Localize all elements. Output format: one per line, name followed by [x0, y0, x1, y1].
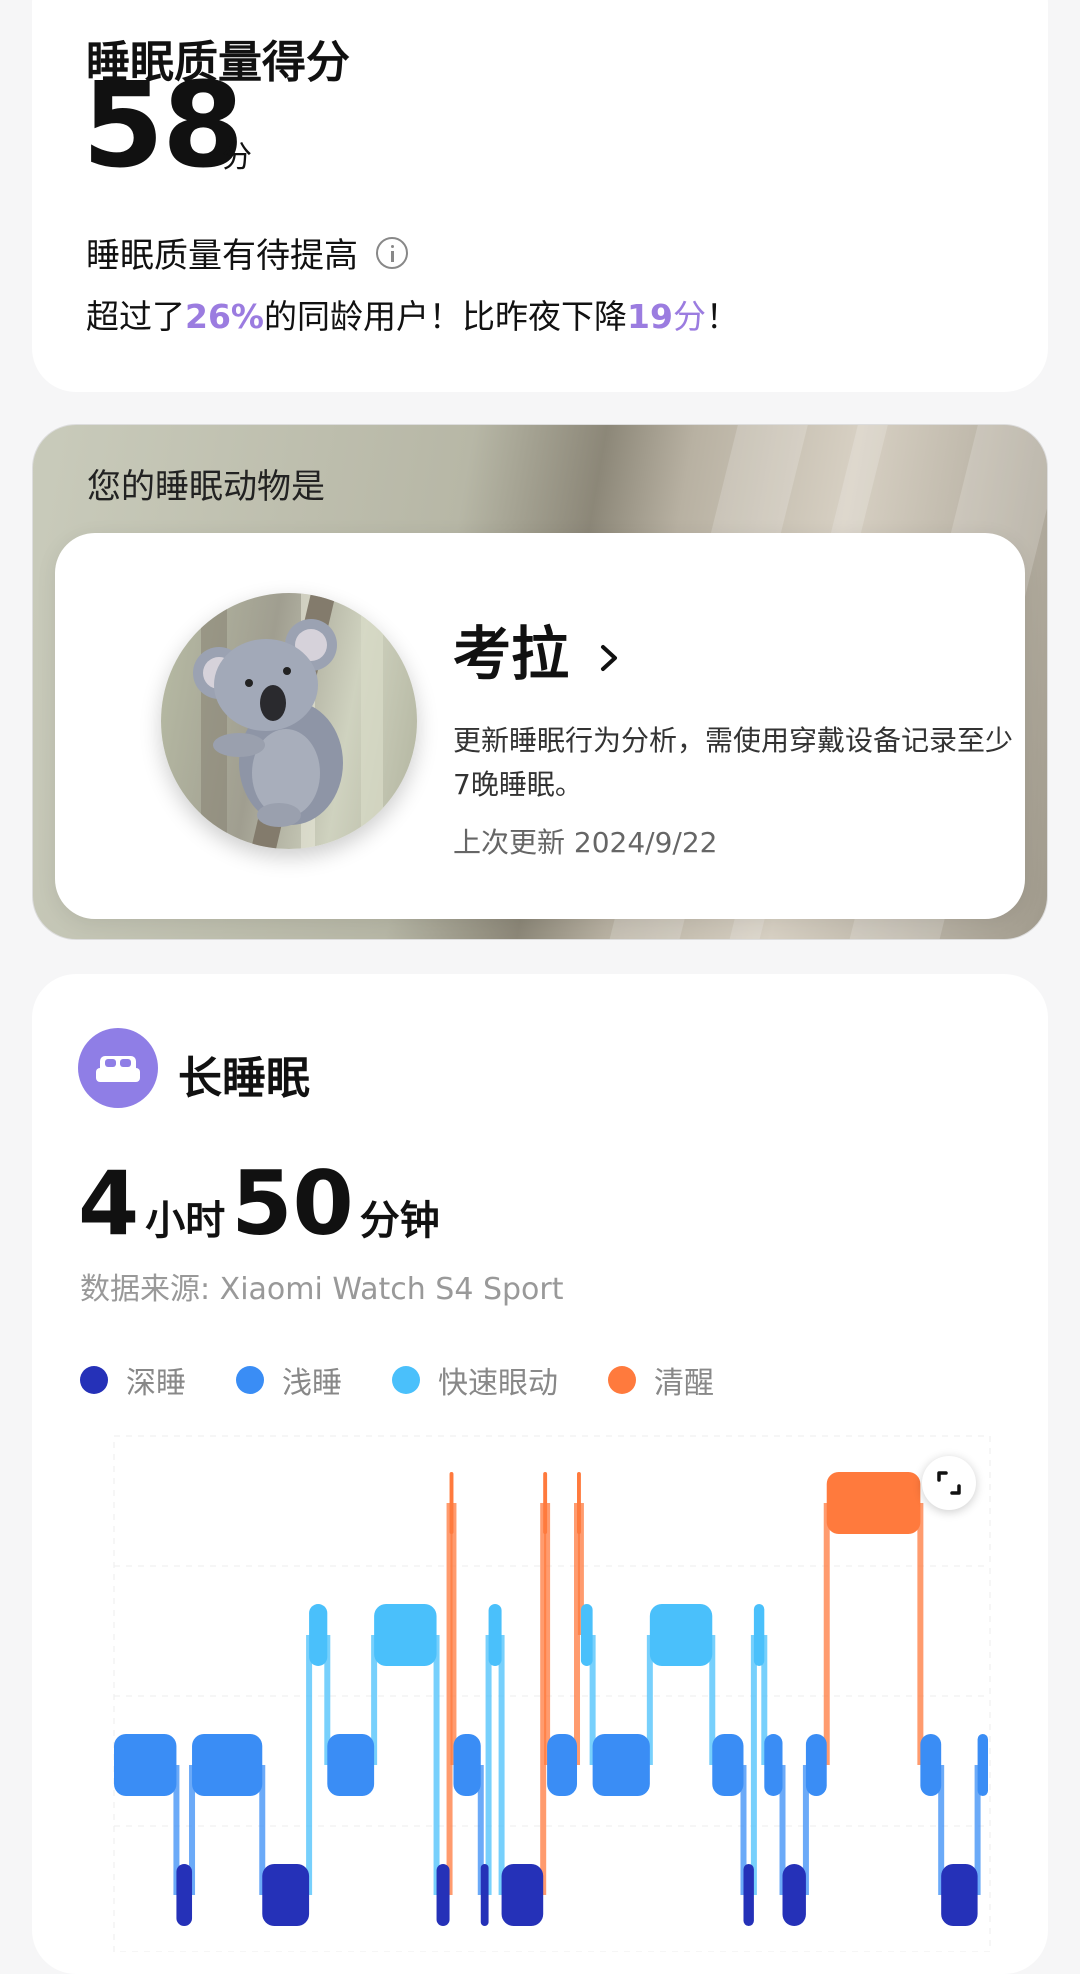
stage-segment-浅睡	[453, 1734, 481, 1796]
expand-chart-button[interactable]	[922, 1456, 976, 1510]
stage-segment-深睡	[176, 1864, 193, 1926]
info-icon[interactable]	[376, 236, 408, 269]
stage-segment-清醒	[543, 1472, 548, 1534]
sleep-score-card: 睡眠质量得分 58 分 睡眠质量有待提高 超过了26%的同龄用户！比昨夜下降19…	[32, 0, 1048, 392]
stage-transition	[306, 1635, 313, 1895]
stage-segment-浅睡	[327, 1734, 375, 1796]
stage-segment-浅睡	[712, 1734, 744, 1796]
stage-segment-浅睡	[805, 1734, 827, 1796]
stage-segment-深睡	[941, 1864, 978, 1926]
stage-segment-深睡	[501, 1864, 544, 1926]
stage-segment-浅睡	[977, 1734, 988, 1796]
legend-dot-awake	[608, 1366, 636, 1394]
stage-transition	[450, 1503, 457, 1765]
score-unit: 分	[222, 140, 252, 175]
stage-segment-快速眼动	[488, 1604, 502, 1666]
legend-awake: 清醒	[608, 1358, 714, 1402]
stage-segment-深睡	[480, 1864, 489, 1926]
compare-end: ！	[705, 297, 739, 336]
legend-dot-deep	[80, 1366, 108, 1394]
quality-text: 睡眠质量有待提高	[86, 236, 358, 276]
last-updated: 上次更新 2024/9/22	[453, 826, 718, 859]
duration-minutes-unit: 分钟	[359, 1198, 440, 1244]
quality-text-row: 睡眠质量有待提高	[86, 228, 408, 277]
legend-dot-light	[236, 1366, 264, 1394]
sleep-stage-chart[interactable]	[82, 1432, 998, 1952]
stage-segment-清醒	[449, 1472, 454, 1534]
stage-transition	[823, 1503, 830, 1765]
legend-label: 快速眼动	[438, 1366, 558, 1401]
stage-segment-深睡	[743, 1864, 754, 1926]
stage-transition	[544, 1503, 551, 1765]
stage-transition	[485, 1635, 492, 1895]
legend-light: 浅睡	[236, 1358, 342, 1402]
drop-unit: 分	[672, 297, 706, 336]
stage-segment-浅睡	[764, 1734, 783, 1796]
stage-segment-浅睡	[192, 1734, 263, 1796]
stage-transition	[433, 1635, 440, 1895]
legend-dot-rem	[392, 1366, 420, 1394]
koala-avatar	[161, 593, 417, 849]
legend-label: 深睡	[126, 1366, 186, 1401]
stage-transition	[750, 1635, 757, 1895]
compare-mid: 的同龄用户！比昨夜下降	[264, 297, 627, 336]
duration-hours-unit: 小时	[145, 1198, 226, 1244]
stage-segment-快速眼动	[309, 1604, 328, 1666]
stage-segment-浅睡	[547, 1734, 578, 1796]
animal-name: 考拉	[453, 620, 570, 688]
stage-segment-快速眼动	[649, 1604, 713, 1666]
bed-glyph	[96, 1056, 140, 1082]
chart-legend: 深睡 浅睡 快速眼动 清醒	[80, 1358, 764, 1402]
chevron-right-icon	[601, 644, 618, 671]
stage-transition	[917, 1503, 924, 1765]
stage-segment-深睡	[436, 1864, 450, 1926]
percent-value: 26%	[185, 297, 264, 336]
stage-segment-深睡	[782, 1864, 806, 1926]
animal-label: 您的睡眠动物是	[87, 467, 325, 507]
duration-hours: 4	[78, 1152, 140, 1255]
stage-segment-清醒	[577, 1472, 581, 1534]
stage-segment-快速眼动	[374, 1604, 437, 1666]
legend-label: 浅睡	[282, 1366, 342, 1401]
stage-segment-深睡	[262, 1864, 310, 1926]
compare-prefix: 超过了	[86, 297, 185, 336]
stage-segment-清醒	[826, 1472, 921, 1534]
score-value: 58	[82, 56, 244, 194]
stage-segment-浅睡	[920, 1734, 942, 1796]
sleep-duration: 4 小时 50 分钟	[78, 1152, 446, 1255]
bed-icon	[78, 1028, 158, 1108]
legend-rem: 快速眼动	[392, 1358, 558, 1402]
expand-icon	[937, 1471, 961, 1495]
score-comparison: 超过了26%的同龄用户！比昨夜下降19分！	[86, 290, 739, 338]
animal-name-link[interactable]: 考拉	[453, 607, 623, 691]
koala-icon	[193, 593, 383, 849]
legend-deep: 深睡	[80, 1358, 186, 1402]
data-source: 数据来源: Xiaomi Watch S4 Sport	[80, 1272, 564, 1307]
long-sleep-card: 长睡眠 4 小时 50 分钟 数据来源: Xiaomi Watch S4 Spo…	[32, 974, 1048, 1974]
legend-label: 清醒	[654, 1366, 714, 1401]
drop-value: 19	[627, 297, 673, 336]
stage-transition	[498, 1635, 505, 1895]
stage-segment-快速眼动	[580, 1604, 593, 1666]
stage-segment-浅睡	[592, 1734, 650, 1796]
sleep-animal-card[interactable]: 您的睡眠动物是 考拉 更新睡眠行为分析，需使用穿戴设备记录至少7晚睡眠。 上次更…	[32, 424, 1048, 940]
animal-detail-panel[interactable]: 考拉 更新睡眠行为分析，需使用穿戴设备记录至少7晚睡眠。 上次更新 2024/9…	[55, 533, 1025, 919]
stage-segment-浅睡	[114, 1734, 177, 1796]
animal-description: 更新睡眠行为分析，需使用穿戴设备记录至少7晚睡眠。	[453, 724, 1014, 801]
stage-segment-快速眼动	[753, 1604, 765, 1666]
sleep-title: 长睡眠	[178, 1053, 310, 1104]
duration-minutes: 50	[231, 1152, 354, 1255]
